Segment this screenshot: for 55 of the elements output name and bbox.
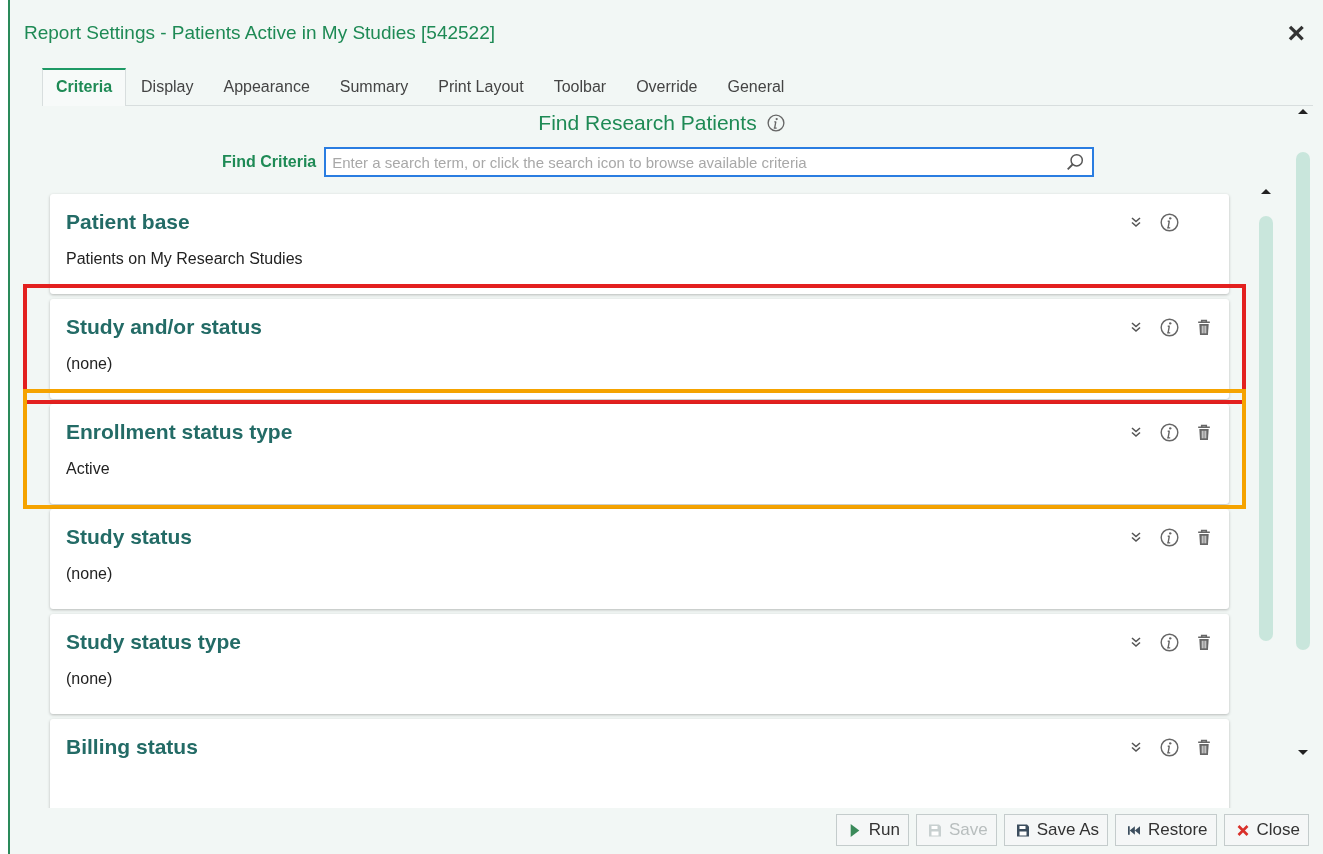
expand-icon[interactable] [1130,426,1142,438]
tab[interactable]: Summary [324,70,424,105]
info-icon[interactable] [766,114,785,132]
close-icon [1236,823,1249,837]
info-icon[interactable] [1160,632,1179,652]
search-field[interactable]: Enter a search term, or click the search icon to browse available criteria [324,147,1095,177]
card-title: Study status [66,525,193,549]
trash-icon[interactable] [1197,528,1211,546]
card-value: (none) [66,355,114,373]
info-icon[interactable] [1160,737,1179,757]
close-button[interactable]: Close [1223,814,1309,846]
skip-back-icon [1128,823,1140,837]
trash-icon[interactable] [1197,738,1211,756]
find-criteria-label: Find Criteria [222,153,317,171]
close-button[interactable]: × [1283,16,1309,50]
save-as-button[interactable]: Save As [1003,814,1108,846]
window-title: Report Settings - Patients Active in My Studies [542522] [24,22,496,44]
card-title: Study and/or status [66,315,263,339]
card-title: Study status type [66,630,242,654]
expand-icon[interactable] [1130,321,1142,333]
tab[interactable]: Criteria [42,68,127,106]
tab[interactable]: Toolbar [538,70,622,105]
scroll-down-icon[interactable] [1298,750,1308,756]
expand-icon[interactable] [1130,741,1142,753]
tab[interactable]: General [712,70,800,105]
info-icon[interactable] [1160,422,1179,442]
trash-icon[interactable] [1197,633,1211,651]
scrollbar-thumb[interactable] [1296,152,1310,650]
card-title: Billing status [66,735,198,759]
expand-icon[interactable] [1130,531,1142,543]
tab[interactable]: Display [126,70,209,105]
scroll-up-icon[interactable] [1298,108,1308,114]
info-icon[interactable] [1160,212,1179,232]
card-value: (none) [66,670,114,688]
expand-icon[interactable] [1130,216,1142,228]
scrollbar-thumb[interactable] [1259,216,1273,641]
run-button[interactable]: Run [835,814,909,846]
card-value: (none) [66,565,114,583]
restore-button[interactable]: Restore [1115,814,1217,846]
search-icon[interactable] [1066,153,1085,171]
expand-icon[interactable] [1130,636,1142,648]
tab[interactable]: Print Layout [423,70,539,105]
section-heading: Find Research Patients [538,111,757,135]
tab[interactable]: Appearance [208,70,325,105]
info-icon[interactable] [1160,317,1179,337]
trash-icon[interactable] [1197,318,1211,336]
info-icon[interactable] [1160,527,1179,547]
tab[interactable]: Override [621,70,713,105]
card-title: Enrollment status type [66,420,293,444]
trash-icon[interactable] [1197,423,1211,441]
card-title: Patient base [66,210,190,234]
card-value: Patients on My Research Studies [66,250,304,268]
scroll-up-icon[interactable] [1261,188,1271,194]
card-value: Active [66,460,111,478]
play-icon [848,823,861,837]
